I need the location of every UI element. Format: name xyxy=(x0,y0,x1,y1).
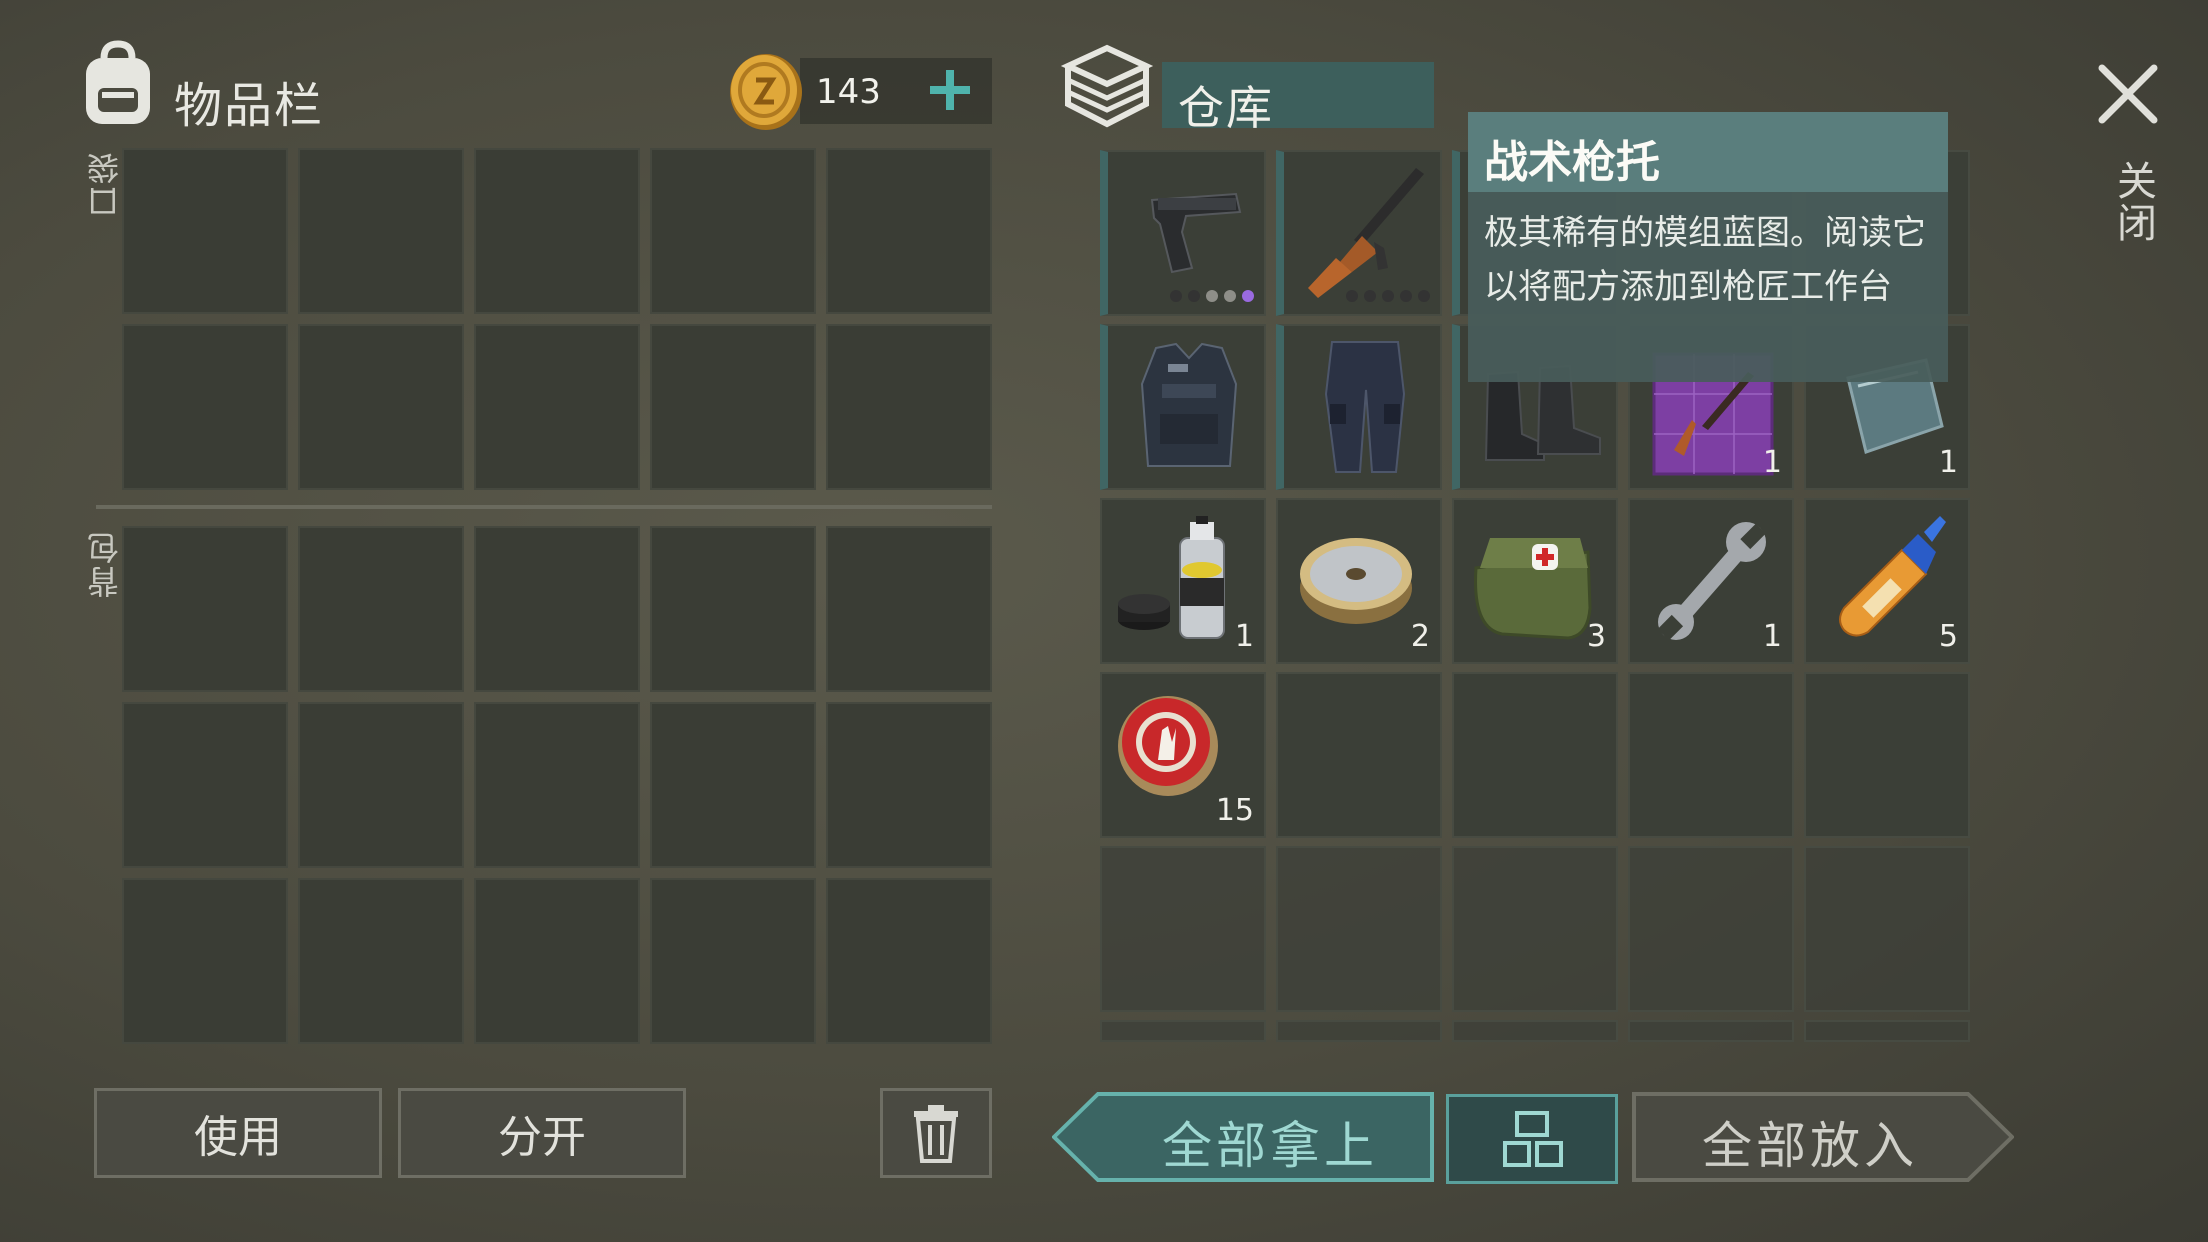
storage-slot-empty[interactable] xyxy=(1804,672,1970,838)
item-tooltip: 战术枪托 极其稀有的模组蓝图。阅读它以将配方添加到枪匠工作台 xyxy=(1468,112,1948,382)
sort-grid-button[interactable] xyxy=(1446,1094,1618,1184)
pocket-slot[interactable] xyxy=(474,324,640,490)
storage-slot-pants[interactable] xyxy=(1276,324,1442,490)
close-icon[interactable] xyxy=(2094,60,2162,128)
storage-crate-icon xyxy=(1060,44,1154,128)
mod-dot xyxy=(1346,290,1358,302)
storage-slot-empty[interactable] xyxy=(1628,672,1794,838)
inventory-title: 物品栏 xyxy=(174,78,325,134)
trash-icon xyxy=(914,1105,958,1163)
storage-slot-empty[interactable] xyxy=(1100,1020,1266,1042)
item-count: 2 xyxy=(1410,619,1430,654)
pocket-slot[interactable] xyxy=(826,148,992,314)
tooltip-title: 战术枪托 xyxy=(1484,137,1660,188)
backpack-slot[interactable] xyxy=(826,702,992,868)
coin-icon xyxy=(730,54,802,130)
backpack-slot[interactable] xyxy=(826,878,992,1044)
backpack-slot[interactable] xyxy=(298,878,464,1044)
mod-dot xyxy=(1382,290,1394,302)
section-divider xyxy=(96,505,992,509)
storage-slot-vest[interactable] xyxy=(1100,324,1266,490)
pocket-slot[interactable] xyxy=(122,324,288,490)
trash-button[interactable] xyxy=(880,1088,992,1178)
add-coins-button[interactable] xyxy=(922,62,978,118)
storage-slot-empty[interactable] xyxy=(1628,846,1794,1012)
storage-slot-empty[interactable] xyxy=(1628,1020,1794,1042)
backpack-slot[interactable] xyxy=(826,526,992,692)
backpack-slot[interactable] xyxy=(474,878,640,1044)
mod-dot xyxy=(1170,290,1182,302)
backpack-slot[interactable] xyxy=(122,526,288,692)
item-count: 15 xyxy=(1215,793,1254,828)
storage-slot-empty[interactable] xyxy=(1276,846,1442,1012)
backpack-slot[interactable] xyxy=(650,526,816,692)
backpack-slot[interactable] xyxy=(474,702,640,868)
item-count: 1 xyxy=(1762,619,1782,654)
storage-slot-empty[interactable] xyxy=(1100,846,1266,1012)
backpack-slot[interactable] xyxy=(298,702,464,868)
storage-title: 仓库 xyxy=(1178,81,1274,135)
mod-dot xyxy=(1364,290,1376,302)
mod-dot xyxy=(1188,290,1200,302)
backpack-slot[interactable] xyxy=(122,702,288,868)
storage-slot-empty[interactable] xyxy=(1452,1020,1618,1042)
item-count: 3 xyxy=(1586,619,1606,654)
pocket-slot[interactable] xyxy=(298,324,464,490)
storage-slot-empty[interactable] xyxy=(1276,1020,1442,1042)
tooltip-description: 极其稀有的模组蓝图。阅读它以将配方添加到枪匠工作台 xyxy=(1484,213,1926,307)
storage-slot-glue[interactable]: 5 xyxy=(1804,498,1970,664)
backpack-slot[interactable] xyxy=(298,526,464,692)
mod-slots xyxy=(1346,290,1430,302)
backpack-slot[interactable] xyxy=(474,526,640,692)
put-all-label: 全部放入 xyxy=(1702,1117,1918,1175)
put-all-button[interactable]: 全部放入 xyxy=(1632,1092,2014,1182)
storage-slot-rifle[interactable] xyxy=(1276,150,1442,316)
item-count: 1 xyxy=(1234,619,1254,654)
coin-count: 143 xyxy=(816,72,881,112)
mod-slots xyxy=(1170,290,1254,302)
close-label[interactable]: 关闭 xyxy=(2104,160,2162,244)
item-count: 5 xyxy=(1938,619,1958,654)
mod-dot xyxy=(1400,290,1412,302)
pocket-slot[interactable] xyxy=(298,148,464,314)
backpack-slot[interactable] xyxy=(650,878,816,1044)
pocket-slot[interactable] xyxy=(650,324,816,490)
tooltip-header: 战术枪托 xyxy=(1468,112,1948,192)
storage-slot-wrench[interactable]: 1 xyxy=(1628,498,1794,664)
mod-dot xyxy=(1224,290,1236,302)
pocket-slot[interactable] xyxy=(474,148,640,314)
item-count: 1 xyxy=(1938,445,1958,480)
storage-slot-pistol[interactable] xyxy=(1100,150,1266,316)
grid-icon xyxy=(1503,1111,1563,1167)
take-all-label: 全部拿上 xyxy=(1162,1117,1378,1175)
storage-slot-empty[interactable] xyxy=(1804,846,1970,1012)
pants-icon xyxy=(1324,341,1406,473)
vest-icon xyxy=(1140,342,1238,467)
mod-dot xyxy=(1242,290,1254,302)
storage-slot-medkit[interactable]: 3 xyxy=(1452,498,1618,664)
storage-slot-wire[interactable]: 2 xyxy=(1276,498,1442,664)
backpack-icon xyxy=(86,40,150,124)
storage-slot-spray-paint[interactable]: 1 xyxy=(1100,498,1266,664)
use-button[interactable]: 使用 xyxy=(94,1088,382,1178)
storage-slot-empty[interactable] xyxy=(1452,846,1618,1012)
backpack-slot[interactable] xyxy=(650,702,816,868)
take-all-button[interactable]: 全部拿上 xyxy=(1052,1092,1434,1182)
storage-slot-bottle-cap[interactable]: 15 xyxy=(1100,672,1266,838)
storage-slot-empty[interactable] xyxy=(1452,672,1618,838)
storage-slot-empty[interactable] xyxy=(1804,1020,1970,1042)
pocket-slot[interactable] xyxy=(122,148,288,314)
split-button[interactable]: 分开 xyxy=(398,1088,686,1178)
backpack-slot[interactable] xyxy=(122,878,288,1044)
storage-slot-empty[interactable] xyxy=(1276,672,1442,838)
tooltip-body: 极其稀有的模组蓝图。阅读它以将配方添加到枪匠工作台 xyxy=(1468,192,1948,382)
item-count: 1 xyxy=(1762,445,1782,480)
pistol-icon xyxy=(1150,192,1242,274)
pocket-slot[interactable] xyxy=(826,324,992,490)
mod-dot xyxy=(1206,290,1218,302)
rifle-icon xyxy=(1308,168,1424,298)
mod-dot xyxy=(1418,290,1430,302)
pocket-slot[interactable] xyxy=(650,148,816,314)
